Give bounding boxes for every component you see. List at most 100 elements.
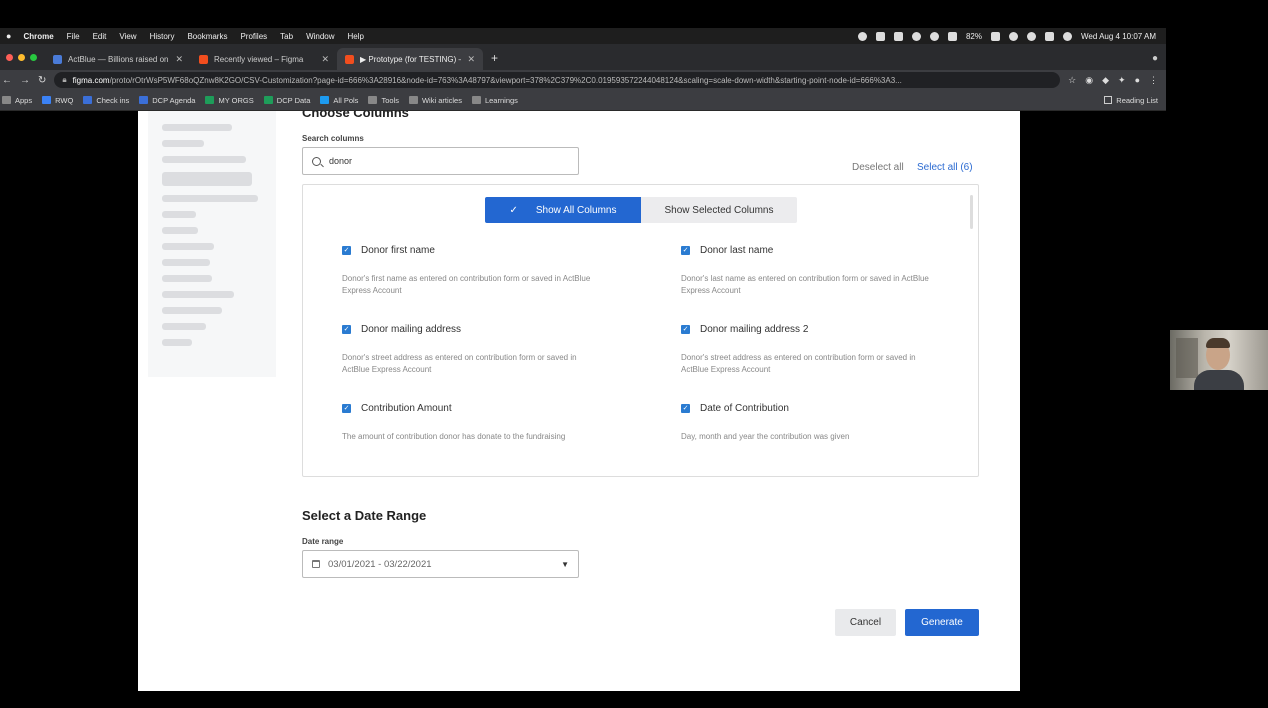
column-checkbox[interactable]: ✓ (681, 404, 690, 413)
address-bar[interactable]: 🔒︎ figma.com /proto/rOtrWsP5WF68oQZnw8K2… (54, 72, 1061, 88)
bookmark-dcp-agenda[interactable]: DCP Agenda (139, 96, 195, 105)
profile-avatar-icon[interactable]: ● (1135, 75, 1140, 86)
wifi-icon[interactable] (1008, 31, 1018, 41)
bookmark-tools[interactable]: Tools (368, 96, 399, 105)
browser-tab-strip: ActBlue — Billions raised online ✕ Recen… (0, 44, 1166, 70)
lock-icon[interactable]: 🔒︎ (62, 75, 66, 85)
bookmark-learnings[interactable]: Learnings (471, 96, 518, 105)
bookmark-my-orgs[interactable]: MY ORGS (205, 95, 254, 105)
circle-icon[interactable] (929, 31, 939, 41)
bluetooth-icon[interactable] (947, 31, 957, 41)
menu-edit[interactable]: Edit (93, 32, 107, 41)
apple-icon[interactable]: ● (6, 31, 11, 41)
bookmark-star-icon[interactable]: ☆ (1068, 75, 1076, 86)
menu-tab[interactable]: Tab (280, 32, 293, 41)
reading-list-label: Reading List (1116, 95, 1158, 105)
reload-icon[interactable]: ↻ (38, 75, 46, 86)
tab-figma-recent[interactable]: Recently viewed – Figma ✕ (191, 48, 337, 70)
generate-button[interactable]: Generate (905, 609, 979, 636)
puzzle-icon[interactable]: ✦ (1118, 75, 1126, 86)
menu-file[interactable]: File (67, 32, 80, 41)
folder-icon (408, 96, 418, 104)
tab-search-icon[interactable]: ● (1152, 53, 1166, 70)
control-center-icon[interactable] (1044, 31, 1054, 41)
bookmark-label: MY ORGS (218, 95, 254, 105)
sidebar-item (162, 275, 212, 282)
columns-scrollbar[interactable] (970, 195, 973, 229)
date-range-select[interactable]: 03/01/2021 - 03/22/2021 ▼ (302, 550, 579, 578)
close-tab-icon[interactable]: ✕ (467, 54, 475, 65)
columns-panel: ✓ Show All Columns Show Selected Columns… (302, 184, 979, 477)
bookmark-check-ins[interactable]: Check ins (83, 96, 129, 105)
column-option: ✓ Donor last name Donor's last name as en… (681, 245, 943, 297)
sidebar-item (162, 339, 192, 346)
menu-history[interactable]: History (150, 32, 175, 41)
tab-title: ▶ Prototype (for TESTING) – C (360, 54, 462, 64)
bookmark-apps[interactable]: Apps (2, 96, 32, 105)
close-window-button[interactable] (6, 54, 13, 61)
moon-icon[interactable] (911, 31, 921, 41)
sidebar-item (162, 243, 214, 250)
menu-window[interactable]: Window (306, 32, 334, 41)
bookmark-wiki-articles[interactable]: Wiki articles (408, 96, 462, 105)
folder-icon (368, 96, 378, 104)
bookmark-all-pols[interactable]: All Pols (320, 96, 358, 105)
twitter-icon (320, 96, 330, 104)
forward-icon[interactable]: → (20, 75, 30, 86)
bookmark-rwq[interactable]: RWQ (42, 96, 73, 105)
webcam-video (1170, 330, 1268, 390)
show-all-columns-button[interactable]: ✓ Show All Columns (485, 197, 641, 223)
show-all-columns-label: Show All Columns (535, 204, 617, 216)
column-option: ✓ Donor mailing address Donor's street ad… (342, 324, 604, 376)
shield-icon[interactable] (875, 31, 885, 41)
status-icon[interactable] (857, 31, 867, 41)
search-columns-input[interactable] (329, 156, 549, 166)
reading-list-button[interactable]: Reading List (1104, 96, 1166, 105)
zoom-window-button[interactable] (30, 54, 37, 61)
column-name: Donor last name (700, 245, 774, 256)
reading-list-icon (1104, 96, 1113, 104)
menu-bookmarks[interactable]: Bookmarks (187, 32, 227, 41)
menu-help[interactable]: Help (348, 32, 364, 41)
sidebar-item (162, 323, 206, 330)
chevron-down-icon: ▼ (561, 559, 569, 569)
extension-icon-2[interactable]: ◆ (1102, 75, 1109, 86)
column-checkbox[interactable]: ✓ (342, 325, 351, 334)
battery-icon[interactable] (990, 31, 1000, 41)
more-menu-icon[interactable]: ⋮ (1149, 75, 1158, 86)
extension-icon[interactable]: ◉ (1085, 75, 1093, 86)
tab-title: Recently viewed – Figma (214, 54, 304, 64)
column-checkbox[interactable]: ✓ (681, 246, 690, 255)
show-selected-columns-button[interactable]: Show Selected Columns (641, 197, 797, 223)
sidebar-item (162, 140, 204, 147)
bookmark-dcp-data[interactable]: DCP Data (263, 96, 310, 105)
search-columns-field[interactable] (302, 147, 579, 175)
clock[interactable]: Wed Aug 4 10:07 AM (1081, 32, 1156, 41)
sidebar-item (162, 172, 252, 186)
menu-profiles[interactable]: Profiles (240, 32, 267, 41)
column-checkbox[interactable]: ✓ (681, 325, 690, 334)
deselect-all-link[interactable]: Deselect all (852, 162, 904, 173)
sidebar-item (162, 211, 196, 218)
minimize-window-button[interactable] (18, 54, 25, 61)
cancel-button[interactable]: Cancel (835, 609, 896, 636)
menu-view[interactable]: View (119, 32, 136, 41)
menu-chrome[interactable]: Chrome (23, 32, 53, 41)
back-icon[interactable]: ← (2, 75, 12, 86)
close-tab-icon[interactable]: ✕ (175, 54, 183, 65)
close-tab-icon[interactable]: ✕ (321, 54, 329, 65)
sidebar-item (162, 259, 210, 266)
actblue-favicon-icon (53, 54, 62, 64)
grid-icon[interactable] (893, 31, 903, 41)
tab-figma-prototype[interactable]: ▶ Prototype (for TESTING) – C ✕ (337, 48, 483, 70)
select-all-link[interactable]: Select all (6) (917, 162, 973, 173)
tab-actblue[interactable]: ActBlue — Billions raised online ✕ (45, 48, 191, 70)
new-tab-button[interactable]: + (483, 51, 498, 70)
toolbar-icons: ☆ ◉ ◆ ✦ ● ⋮ (1068, 75, 1166, 86)
siri-icon[interactable] (1062, 31, 1072, 41)
sidebar-item (162, 307, 222, 314)
column-checkbox[interactable]: ✓ (342, 404, 351, 413)
column-checkbox[interactable]: ✓ (342, 246, 351, 255)
bookmark-label: DCP Agenda (152, 95, 196, 105)
spotlight-icon[interactable] (1026, 31, 1036, 41)
